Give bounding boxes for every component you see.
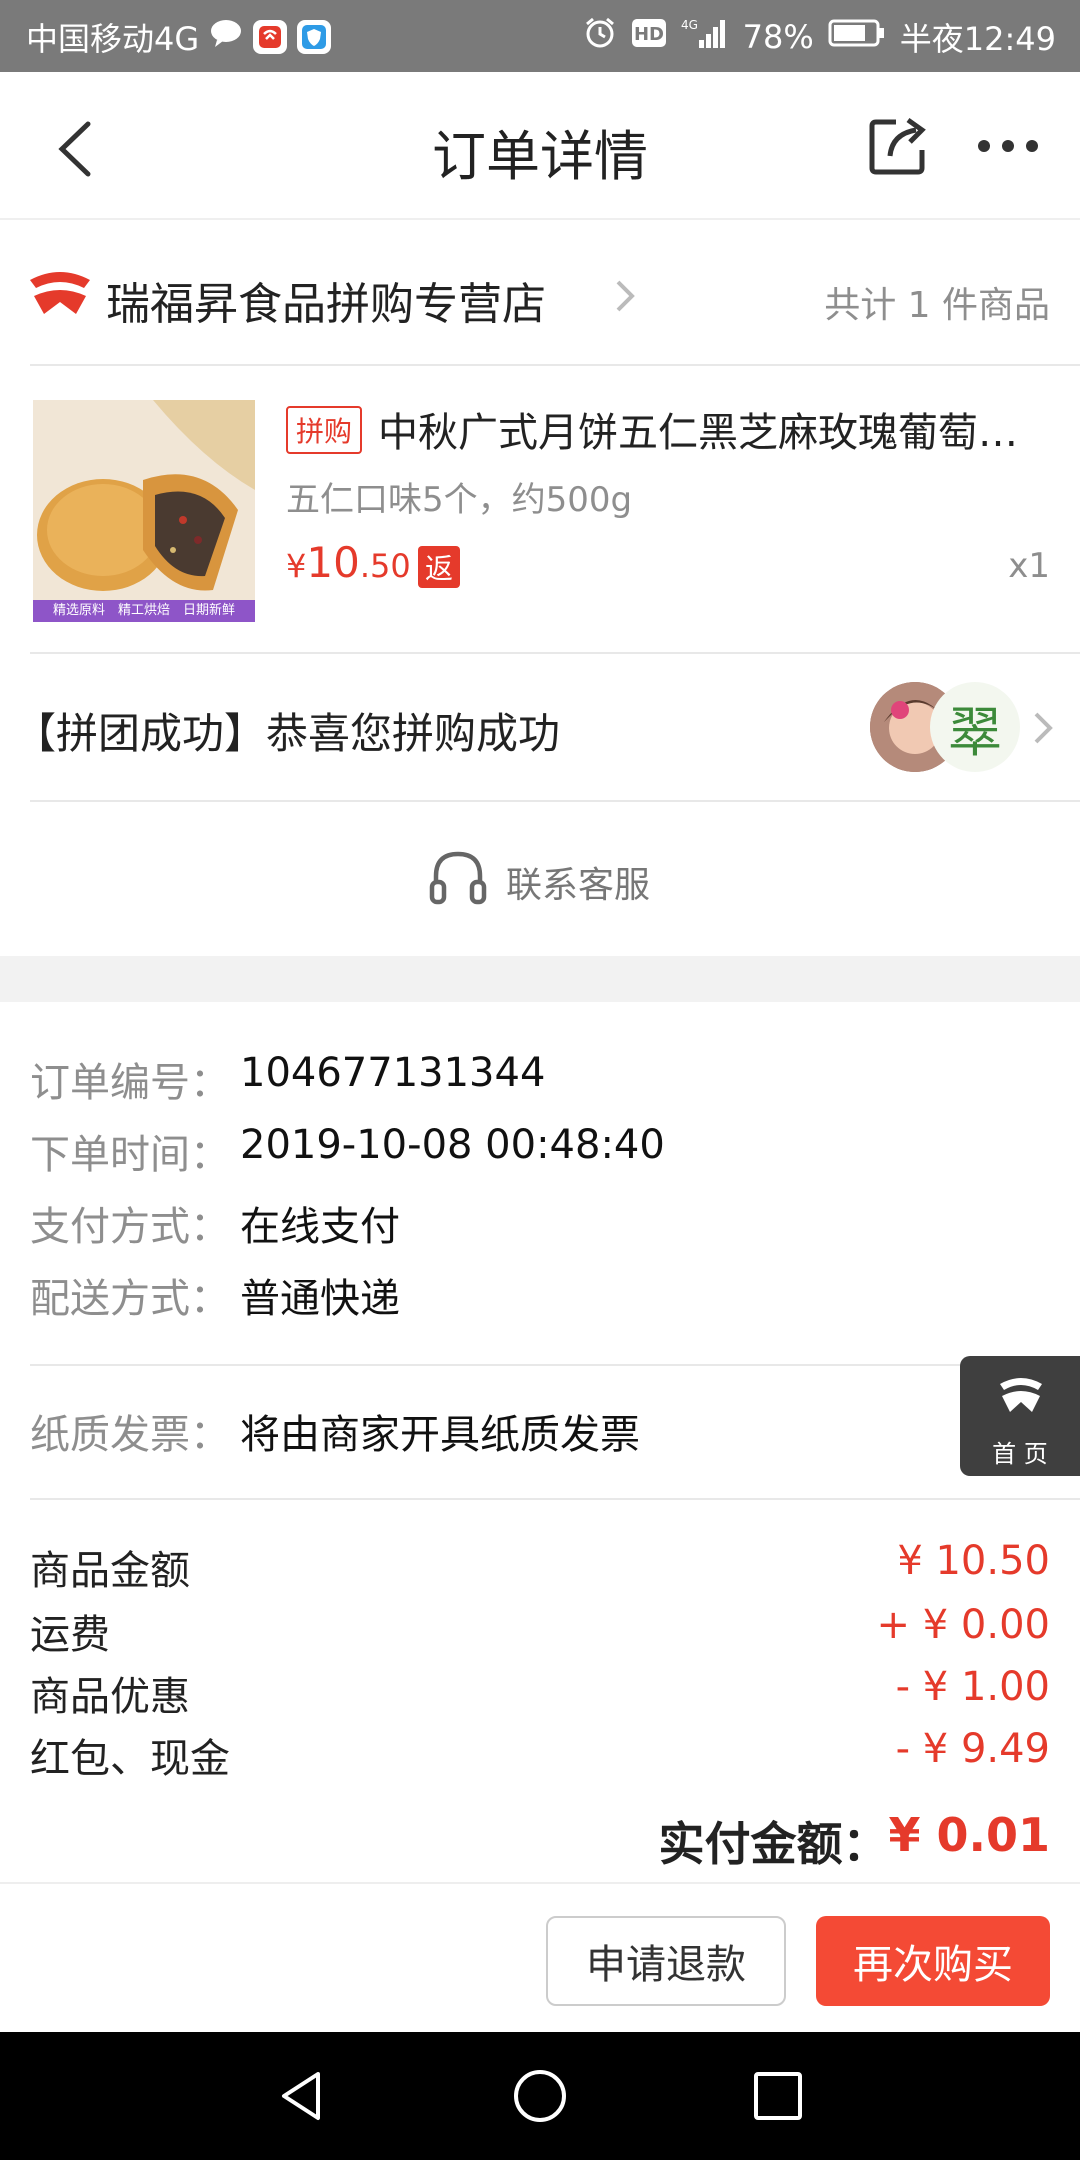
signal-icon: 4G: [681, 16, 729, 58]
share-button[interactable]: [866, 112, 932, 178]
home-logo-icon: [998, 1376, 1044, 1420]
square-recents-icon: [754, 2072, 802, 2120]
nav-bar: 订单详情: [0, 72, 1080, 220]
circle-home-icon: [514, 2070, 566, 2122]
order-number-value: 104677131344: [240, 1050, 546, 1096]
goods-amount-value: ¥ 10.50: [897, 1538, 1050, 1584]
nav-recents-button[interactable]: [748, 2066, 808, 2130]
hd-icon: HD: [631, 18, 667, 56]
home-label: 首 页: [992, 1440, 1048, 1468]
total-paid: 实付金额： ¥ 0.01: [658, 1808, 1050, 1874]
nav-back-button[interactable]: [272, 2066, 332, 2130]
group-status-row[interactable]: 【拼团成功】恭喜您拼购成功 翠: [0, 654, 1080, 800]
message-icon: [209, 18, 243, 56]
alarm-icon: [583, 16, 617, 58]
clock: 半夜12:49: [899, 20, 1056, 58]
total-paid-value: ¥ 0.01: [888, 1808, 1050, 1862]
chevron-right-icon: [610, 276, 640, 320]
payment-method-label: 支付方式：: [30, 1204, 230, 1250]
order-time-value: 2019-10-08 00:48:40: [240, 1122, 665, 1168]
shipping-value: + ¥ 0.00: [876, 1602, 1050, 1648]
order-info: 订单编号： 104677131344 下单时间： 2019-10-08 00:4…: [0, 1002, 1080, 1364]
section-gap: [0, 956, 1080, 1002]
delivery-method-value: 普通快递: [240, 1276, 400, 1322]
battery-icon: [828, 18, 886, 56]
store-name: 瑞福昇食品拼购专营店: [106, 279, 546, 330]
product-spec: 五仁口味5个，约500g: [286, 480, 633, 520]
redpacket-value: - ¥ 9.49: [895, 1726, 1050, 1772]
avatar-2: 翠: [930, 682, 1020, 772]
invoice-label: 纸质发票：: [30, 1412, 230, 1458]
redpacket-label: 红包、现金: [30, 1736, 230, 1782]
goods-amount-label: 商品金额: [30, 1548, 190, 1594]
invoice-value: 将由商家开具纸质发票: [240, 1412, 640, 1458]
contact-service-label: 联系客服: [506, 865, 651, 906]
share-icon: [869, 117, 926, 175]
rebate-badge: 返: [418, 546, 460, 588]
fee-summary: 商品金额 ¥ 10.50 运费 + ¥ 0.00 商品优惠 - ¥ 1.00 红…: [0, 1500, 1080, 1880]
system-nav-bar: [0, 2032, 1080, 2160]
shipping-label: 运费: [30, 1612, 110, 1658]
invoice-row: 纸质发票： 将由商家开具纸质发票: [0, 1366, 1080, 1498]
product-image: 精选原料 精工烘焙 日期新鲜: [33, 400, 255, 622]
bottom-action-bar: 申请退款 再次购买: [0, 1882, 1080, 2034]
status-bar: 中国移动4G HD 4G 78% 半夜12:49: [0, 0, 1080, 72]
more-button[interactable]: [976, 128, 1046, 164]
more-dots-icon: [978, 140, 1038, 152]
contact-service-button[interactable]: 联系客服: [0, 802, 1080, 956]
store-header[interactable]: 瑞福昇食品拼购专营店 共计 1 件商品: [0, 220, 1080, 364]
floating-home-button[interactable]: 首 页: [960, 1356, 1080, 1476]
price-int: 10: [306, 538, 360, 587]
order-number-label: 订单编号：: [30, 1060, 230, 1106]
total-paid-label: 实付金额：: [658, 1817, 889, 1871]
product-price: ¥10.50: [286, 538, 411, 587]
payment-method-value: 在线支付: [240, 1204, 400, 1250]
svg-text:4G: 4G: [681, 18, 698, 32]
rebuy-button[interactable]: 再次购买: [816, 1916, 1050, 2006]
group-buy-tag: 拼购: [286, 406, 363, 454]
product-row[interactable]: 精选原料 精工烘焙 日期新鲜 拼购 中秋广式月饼五仁黑芝麻玫瑰葡萄… 五仁口味5…: [0, 366, 1080, 652]
order-time-label: 下单时间：: [30, 1132, 230, 1178]
product-title: 中秋广式月饼五仁黑芝麻玫瑰葡萄…: [378, 410, 1018, 456]
triangle-back-icon: [282, 2072, 320, 2120]
shield-icon: [297, 20, 332, 54]
price-dec: .50: [359, 547, 411, 585]
nav-home-button[interactable]: [510, 2066, 570, 2130]
store-logo-icon: [28, 270, 92, 324]
discount-value: - ¥ 1.00: [895, 1664, 1050, 1710]
svg-text:HD: HD: [634, 24, 664, 45]
group-status-text: 【拼团成功】恭喜您拼购成功: [14, 709, 561, 758]
headset-icon: [428, 848, 488, 912]
chevron-right-icon: [1030, 708, 1056, 752]
app-notification-icon: [253, 20, 288, 54]
product-quantity: x1: [1008, 546, 1050, 586]
delivery-method-label: 配送方式：: [30, 1276, 230, 1322]
price-symbol: ¥: [286, 547, 307, 585]
item-count: 共计 1 件商品: [824, 285, 1050, 326]
refund-button[interactable]: 申请退款: [546, 1916, 786, 2006]
battery-percent: 78%: [742, 18, 814, 56]
carrier-label: 中国移动4G: [26, 20, 200, 58]
image-caption: 精选原料 精工烘焙 日期新鲜: [52, 603, 235, 618]
discount-label: 商品优惠: [30, 1674, 190, 1720]
